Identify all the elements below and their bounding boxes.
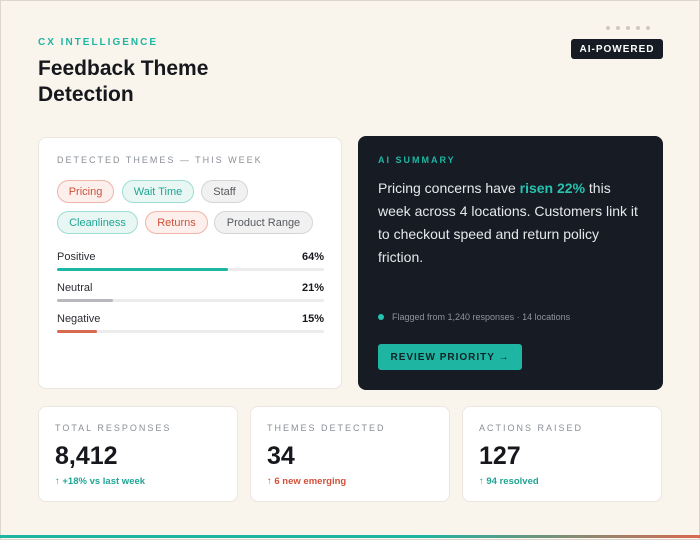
sentiment-fill-neutral <box>57 299 114 302</box>
sentiment-name: Neutral <box>57 282 93 294</box>
stat-card-actions-raised: ACTIONS RAISED 127 ↑ 94 resolved <box>462 406 662 502</box>
ai-summary-label: AI SUMMARY <box>378 155 456 165</box>
stat-label: TOTAL RESPONSES <box>55 423 172 433</box>
eyebrow-label: CX INTELLIGENCE <box>38 37 159 48</box>
sentiment-track <box>57 299 324 302</box>
status-dot-icon <box>378 314 384 320</box>
stat-card-themes-detected: THEMES DETECTED 34 ↑ 6 new emerging <box>250 406 450 502</box>
sentiment-fill-positive <box>57 268 228 271</box>
stat-delta: ↑ 6 new emerging <box>267 476 347 487</box>
review-priority-button[interactable]: REVIEW PRIORITY → <box>378 344 522 370</box>
sentiment-track <box>57 268 324 271</box>
decorative-dots <box>606 26 650 30</box>
ai-powered-badge: AI-POWERED <box>571 39 663 59</box>
theme-chip-pricing[interactable]: Pricing <box>57 180 114 203</box>
themes-card-label: DETECTED THEMES — THIS WEEK <box>57 155 263 165</box>
stat-card-total-responses: TOTAL RESPONSES 8,412 ↑ +18% vs last wee… <box>38 406 238 502</box>
sentiment-percent: 15% <box>301 313 324 325</box>
detected-themes-card: DETECTED THEMES — THIS WEEK Pricing Wait… <box>38 137 342 389</box>
stat-delta: ↑ +18% vs last week <box>55 476 146 487</box>
page-title: Feedback Theme Detection <box>38 57 209 106</box>
ai-summary-card: AI SUMMARY Pricing concerns have risen 2… <box>358 136 663 390</box>
summary-text-before: Pricing concerns have <box>378 180 520 196</box>
stat-label: THEMES DETECTED <box>267 423 386 433</box>
stat-value: 34 <box>267 442 295 470</box>
bottom-accent-rule <box>0 535 700 538</box>
stat-delta: ↑ 94 resolved <box>479 476 539 487</box>
ai-summary-text: Pricing concerns have risen 22% this wee… <box>378 177 646 269</box>
sentiment-name: Negative <box>57 313 101 325</box>
theme-chip-staff[interactable]: Staff <box>201 180 248 203</box>
sentiment-fill-negative <box>57 330 98 333</box>
sentiment-name: Positive <box>57 251 96 263</box>
summary-meta-text: Flagged from 1,240 responses · 14 locati… <box>392 312 571 322</box>
sentiment-percent: 21% <box>301 282 324 294</box>
stat-label: ACTIONS RAISED <box>479 423 584 433</box>
stat-value: 8,412 <box>55 442 118 470</box>
sentiment-percent: 64% <box>301 251 324 263</box>
theme-chip-wait-time[interactable]: Wait Time <box>122 180 194 203</box>
theme-chip-cleanliness[interactable]: Cleanliness <box>57 211 138 234</box>
sentiment-track <box>57 330 324 333</box>
theme-chip-returns[interactable]: Returns <box>145 211 208 234</box>
summary-meta: Flagged from 1,240 responses · 14 locati… <box>378 312 570 322</box>
stat-value: 127 <box>479 442 521 470</box>
theme-chip-product-range[interactable]: Product Range <box>214 211 313 234</box>
summary-highlight: risen 22% <box>519 180 586 196</box>
